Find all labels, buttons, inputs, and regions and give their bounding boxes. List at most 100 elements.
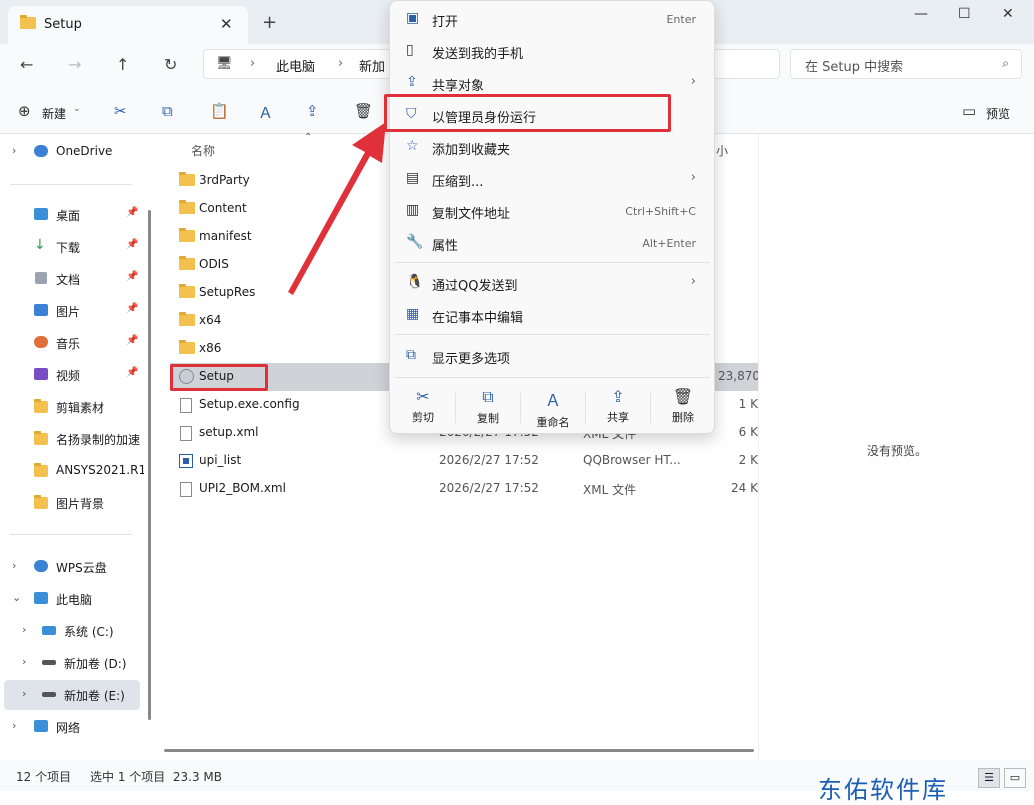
column-header-name[interactable]: 名称 (191, 142, 215, 159)
search-box[interactable]: 在 Setup 中搜索 ⌕ (790, 49, 1022, 79)
menu-item-send-via-qq[interactable]: 🐧 通过QQ发送到 › (396, 268, 710, 298)
folder-icon (179, 340, 195, 354)
quick-action-rename[interactable]: Ａ 重命名 (523, 387, 583, 431)
minimize-button[interactable]: — (914, 6, 928, 22)
file-type: QQBrowser HT... (583, 453, 681, 467)
maximize-button[interactable]: ☐ (958, 6, 971, 22)
menu-item-edit-notepad[interactable]: ▦ 在记事本中编辑 (396, 300, 710, 330)
pin-icon[interactable]: 📌 (126, 367, 138, 378)
share-icon[interactable]: ⇪ (306, 102, 319, 120)
breadcrumb-volume[interactable]: 新加 (359, 56, 385, 75)
up-button[interactable]: ↑ (116, 55, 129, 74)
sidebar-item-music[interactable]: 音乐 📌 (0, 328, 146, 358)
sidebar-scrollbar[interactable] (148, 210, 151, 720)
cut-icon[interactable]: ✂ (114, 102, 127, 120)
sidebar-item-this-pc[interactable]: ⌄ 此电脑 (0, 584, 146, 614)
chevron-down-icon[interactable]: ⌄ (12, 591, 21, 604)
chevron-right-icon: › (690, 170, 696, 185)
menu-item-copy-path[interactable]: ▥ 复制文件地址 Ctrl+Shift+C (396, 196, 710, 226)
preview-button[interactable]: 预览 (986, 105, 1010, 122)
menu-item-properties[interactable]: 🔧 属性 Alt+Enter (396, 228, 710, 258)
file-name: x86 (199, 341, 222, 355)
pin-icon[interactable]: 📌 (126, 207, 138, 218)
file-icon (180, 482, 192, 497)
paste-icon[interactable]: 📋 (210, 102, 229, 120)
sidebar-item-label: 此电脑 (56, 593, 93, 607)
sidebar-item-label: 视频 (56, 369, 81, 383)
search-input[interactable]: 在 Setup 中搜索 (805, 56, 903, 75)
copy-icon[interactable]: ⧉ (162, 102, 173, 120)
quick-action-copy[interactable]: ⧉ 复制 (458, 387, 518, 431)
pin-icon[interactable]: 📌 (126, 335, 138, 346)
sidebar-item-desktop[interactable]: 桌面 📌 (0, 200, 146, 230)
pin-icon[interactable]: 📌 (126, 239, 138, 250)
sidebar-item-drive-d[interactable]: › 新加卷 (D:) (0, 648, 146, 678)
back-button[interactable]: ← (20, 55, 33, 74)
quick-action-label: 复制 (477, 412, 499, 425)
sidebar-item-label: OneDrive (56, 144, 113, 158)
sidebar-item-folder[interactable]: 名扬录制的加速 (0, 424, 146, 454)
menu-item-open[interactable]: ▣ 打开 Enter (396, 4, 710, 34)
sidebar-item-drive-e[interactable]: › 新加卷 (E:) (4, 680, 140, 710)
menu-item-send-to-phone[interactable]: ▯ 发送到我的手机 (396, 36, 710, 66)
new-plus-icon[interactable]: ⊕ (18, 102, 31, 120)
quick-action-label: 重命名 (536, 416, 570, 429)
menu-item-add-favorites[interactable]: ☆ 添加到收藏夹 (396, 132, 710, 162)
video-icon (34, 368, 48, 380)
download-icon: ↓ (34, 237, 46, 253)
sidebar-item-wps-cloud[interactable]: › WPS云盘 (0, 552, 146, 582)
menu-item-compress[interactable]: ▤ 压缩到... › (396, 164, 710, 194)
pin-icon[interactable]: 📌 (126, 303, 138, 314)
horizontal-scrollbar[interactable] (164, 749, 754, 752)
sidebar-item-videos[interactable]: 视频 📌 (0, 360, 146, 390)
file-row[interactable]: upi_list 2026/2/27 17:52 QQBrowser HT... 2 … (170, 447, 758, 475)
sidebar-item-network[interactable]: › 网络 (0, 712, 146, 742)
delete-icon[interactable]: 🗑 (354, 102, 373, 120)
tab-close-icon[interactable]: ✕ (220, 15, 233, 33)
sidebar-item-folder[interactable]: 图片背景 (0, 488, 146, 518)
details-view-button[interactable]: ☰ (978, 768, 1000, 788)
quick-action-delete[interactable]: 🗑 删除 (653, 387, 713, 431)
pin-icon[interactable]: 📌 (126, 271, 138, 282)
forward-button[interactable]: → (68, 55, 81, 74)
sidebar-item-documents[interactable]: 文档 📌 (0, 264, 146, 294)
file-name: SetupRes (199, 285, 256, 299)
close-window-button[interactable]: ✕ (1002, 6, 1014, 22)
refresh-button[interactable]: ↻ (164, 55, 177, 74)
sidebar-item-folder[interactable]: 剪辑素材 (0, 392, 146, 422)
file-row[interactable]: UPI2_BOM.xml 2026/2/27 17:52 XML 文件 24 K (170, 475, 758, 503)
chevron-right-icon[interactable]: › (12, 144, 16, 157)
computer-icon: 🖥 (216, 56, 233, 71)
tab-setup[interactable]: Setup ✕ (8, 6, 248, 44)
html-file-icon (179, 454, 193, 468)
file-size: 1 K (738, 397, 758, 411)
breadcrumb-this-pc[interactable]: 此电脑 (276, 56, 315, 75)
divider (520, 393, 521, 423)
chevron-right-icon[interactable]: › (22, 687, 26, 700)
column-header-size[interactable]: 小 (716, 142, 728, 159)
new-tab-button[interactable]: + (262, 12, 277, 33)
new-button[interactable]: 新建 (42, 105, 66, 122)
more-options-icon: ⧉ (406, 347, 416, 363)
chevron-right-icon[interactable]: › (12, 559, 16, 572)
chevron-right-icon[interactable]: › (22, 623, 26, 636)
rename-icon[interactable]: Ａ (258, 102, 273, 123)
preview-pane-icon[interactable]: ▭ (962, 102, 976, 120)
menu-divider (396, 334, 710, 335)
sidebar-item-label: 下载 (56, 241, 81, 255)
quick-action-share[interactable]: ⇪ 共享 (588, 387, 648, 431)
file-size: 23,870 K (718, 369, 758, 383)
chevron-right-icon[interactable]: › (12, 719, 16, 732)
chevron-down-icon[interactable]: ⌄ (73, 104, 81, 114)
sidebar-item-onedrive[interactable]: › OneDrive (0, 137, 146, 167)
quick-action-cut[interactable]: ✂ 剪切 (393, 387, 453, 431)
folder-icon (179, 256, 195, 270)
sidebar-item-downloads[interactable]: ↓ 下载 📌 (0, 232, 146, 262)
sidebar-item-drive-c[interactable]: › 系统 (C:) (0, 616, 146, 646)
chevron-right-icon[interactable]: › (22, 655, 26, 668)
sidebar-item-label: 图片背景 (56, 497, 105, 511)
sidebar-item-pictures[interactable]: 图片 📌 (0, 296, 146, 326)
sidebar-item-folder[interactable]: ANSYS2021.R1 (0, 456, 146, 486)
menu-item-more-options[interactable]: ⧉ 显示更多选项 (396, 341, 710, 371)
tiles-view-button[interactable]: ▭ (1004, 768, 1026, 788)
